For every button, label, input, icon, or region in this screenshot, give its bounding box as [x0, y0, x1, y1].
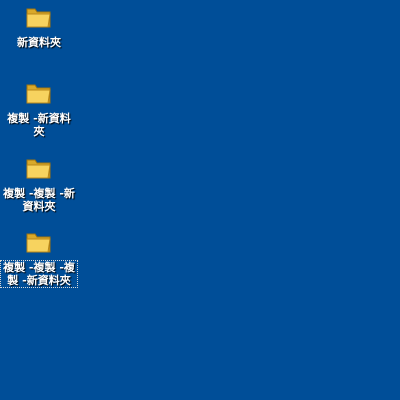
desktop[interactable]: 新資料夾 複製 -新資料夾 複製 -複製 -新資料夾 複製 -複製 -複製 -新…	[0, 0, 400, 400]
folder-label: 複製 -新資料夾	[7, 112, 71, 138]
folder-icon	[26, 233, 51, 253]
folder-label: 複製 -複製 -新資料夾	[3, 187, 75, 213]
folder-label: 複製 -複製 -複製 -新資料夾	[0, 260, 78, 288]
desktop-folder-selected[interactable]: 複製 -複製 -複製 -新資料夾	[0, 229, 78, 288]
folder-icon	[26, 84, 51, 104]
desktop-folder[interactable]: 複製 -複製 -新資料夾	[0, 155, 78, 213]
folder-icon	[26, 159, 51, 179]
folder-icon	[26, 8, 51, 28]
desktop-folder[interactable]: 複製 -新資料夾	[0, 80, 78, 138]
desktop-folder[interactable]: 新資料夾	[0, 4, 78, 49]
folder-label: 新資料夾	[17, 36, 61, 49]
